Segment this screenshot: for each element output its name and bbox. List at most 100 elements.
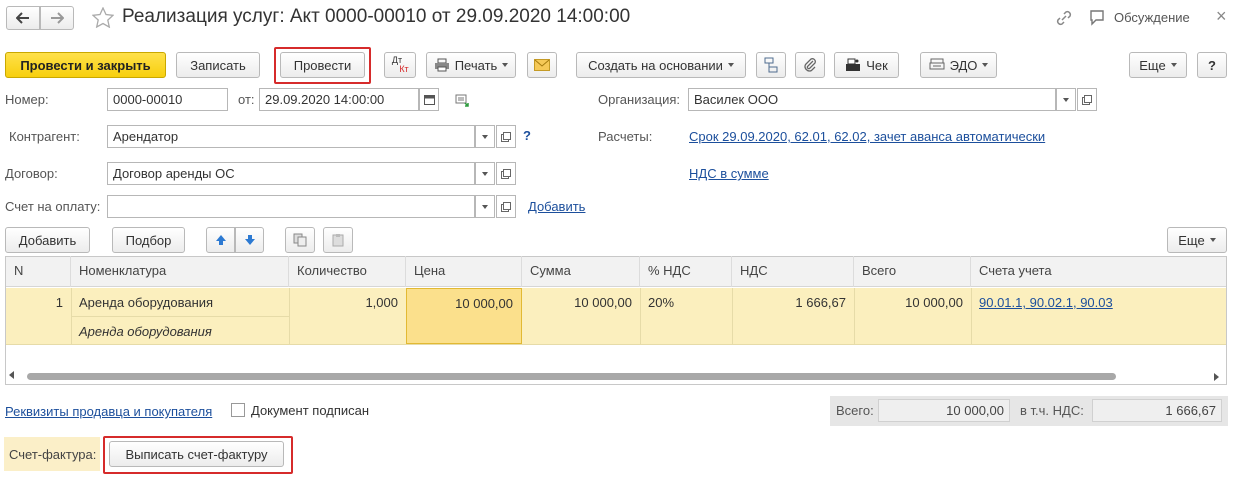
paperclip-icon [804, 58, 816, 72]
counterparty-help-icon[interactable]: ? [523, 128, 531, 143]
open-window-icon [1082, 94, 1092, 105]
payment-invoice-open-button[interactable] [496, 195, 516, 218]
organization-open-button[interactable] [1077, 88, 1097, 111]
edo-icon [929, 58, 945, 70]
attach-button[interactable] [795, 52, 825, 78]
table-more-button[interactable]: Еще [1167, 227, 1227, 253]
move-down-button[interactable] [235, 227, 264, 253]
payment-invoice-label: Счет на оплату: [5, 199, 101, 214]
settlements-label: Расчеты: [598, 129, 653, 144]
horizontal-scrollbar[interactable] [27, 373, 1116, 380]
hierarchy-icon [764, 57, 778, 73]
chevron-down-icon [1170, 63, 1177, 67]
col-header-accounts[interactable]: Счета учета [971, 256, 1226, 287]
add-payment-invoice-link[interactable]: Добавить [528, 199, 585, 214]
open-window-icon [501, 131, 511, 142]
table-add-button[interactable]: Добавить [5, 227, 90, 253]
cell-vat-rate[interactable]: 20% [640, 288, 732, 317]
forward-button[interactable] [40, 6, 74, 30]
cell-vat[interactable]: 1 666,67 [732, 288, 854, 317]
cell-price[interactable]: 10 000,00 [406, 288, 522, 344]
cell-qty[interactable]: 1,000 [289, 288, 406, 317]
scroll-right-arrow[interactable] [1214, 373, 1219, 381]
more-button[interactable]: Еще [1129, 52, 1187, 78]
save-button[interactable]: Записать [176, 52, 260, 78]
scroll-left-arrow[interactable] [9, 371, 14, 379]
cell-total[interactable]: 10 000,00 [854, 288, 971, 317]
printer-icon [434, 58, 449, 72]
window-title: Реализация услуг: Акт 0000-00010 от 29.0… [122, 6, 631, 27]
cell-item[interactable]: Аренда оборудования [71, 288, 289, 317]
close-icon[interactable]: × [1216, 6, 1227, 27]
col-header-n[interactable]: N [6, 256, 71, 287]
invoice-label: Счет-фактура: [9, 447, 97, 462]
number-field[interactable]: 0000-00010 [107, 88, 228, 111]
organization-dropdown[interactable] [1056, 88, 1076, 111]
col-header-vat-rate[interactable]: % НДС [640, 256, 732, 287]
cell-n[interactable]: 1 [6, 288, 71, 317]
counterparty-open-button[interactable] [496, 125, 516, 148]
payment-invoice-dropdown[interactable] [475, 195, 495, 218]
document-green-arrow-icon[interactable] [455, 93, 471, 107]
date-label: от: [238, 92, 255, 107]
date-field[interactable]: 29.09.2020 14:00:00 [259, 88, 419, 111]
chevron-down-icon [482, 171, 488, 176]
contract-dropdown[interactable] [475, 162, 495, 185]
kt-label: Кт [399, 64, 409, 74]
calendar-button[interactable] [419, 88, 439, 111]
settlements-link[interactable]: Срок 29.09.2020, 62.01, 62.02, зачет ава… [689, 129, 1045, 144]
chevron-down-icon [1063, 97, 1069, 102]
chevron-down-icon [502, 63, 509, 67]
move-up-button[interactable] [206, 227, 235, 253]
help-button[interactable]: ? [1197, 52, 1227, 78]
edo-label: ЭДО [949, 57, 978, 73]
vat-link[interactable]: НДС в сумме [689, 166, 769, 181]
edo-button[interactable]: ЭДО [920, 52, 997, 78]
payment-invoice-field[interactable] [107, 195, 475, 218]
cell-item-content[interactable]: Аренда оборудования [71, 317, 289, 346]
paste-row-button[interactable] [323, 227, 353, 253]
open-window-icon [501, 201, 511, 212]
link-icon[interactable] [1055, 9, 1073, 27]
receipt-button[interactable]: Чек [834, 52, 899, 78]
col-header-vat[interactable]: НДС [732, 256, 854, 287]
contract-label: Договор: [5, 166, 58, 181]
print-button[interactable]: Печать [426, 52, 516, 78]
contract-field[interactable]: Договор аренды ОС [107, 162, 475, 185]
col-header-total[interactable]: Всего [854, 256, 971, 287]
create-on-basis-button[interactable]: Создать на основании [576, 52, 746, 78]
contract-open-button[interactable] [496, 162, 516, 185]
col-header-price[interactable]: Цена [406, 256, 522, 287]
email-button[interactable] [527, 52, 557, 78]
post-button[interactable]: Провести [280, 52, 365, 78]
vat-included-value: 1 666,67 [1092, 399, 1222, 422]
col-header-qty[interactable]: Количество [289, 256, 406, 287]
dt-kt-button[interactable]: Дт Кт [384, 52, 416, 78]
post-and-close-button[interactable]: Провести и закрыть [5, 52, 166, 78]
cell-sum[interactable]: 10 000,00 [522, 288, 640, 317]
issue-invoice-button[interactable]: Выписать счет-фактуру [109, 441, 284, 467]
total-label: Всего: [836, 403, 874, 418]
arrow-down-icon [244, 235, 255, 245]
seller-buyer-requisites-link[interactable]: Реквизиты продавца и покупателя [5, 404, 212, 419]
counterparty-field[interactable]: Арендатор [107, 125, 475, 148]
counterparty-dropdown[interactable] [475, 125, 495, 148]
vat-included-label: в т.ч. НДС: [1020, 403, 1084, 418]
signed-checkbox[interactable] [231, 403, 245, 417]
envelope-icon [534, 59, 550, 71]
paste-icon [332, 234, 344, 247]
back-button[interactable] [6, 6, 40, 30]
arrow-up-icon [215, 235, 226, 245]
col-header-sum[interactable]: Сумма [522, 256, 640, 287]
table-pick-button[interactable]: Подбор [112, 227, 185, 253]
cell-accounts[interactable]: 90.01.1, 90.02.1, 90.03 [971, 288, 1226, 317]
open-window-icon [501, 168, 511, 179]
favorite-star-icon[interactable] [92, 7, 114, 28]
discussion-link[interactable]: Обсуждение [1114, 10, 1190, 25]
structure-button[interactable] [756, 52, 786, 78]
total-value: 10 000,00 [878, 399, 1010, 422]
organization-field[interactable]: Василек ООО [688, 88, 1056, 111]
copy-row-button[interactable] [285, 227, 315, 253]
col-header-item[interactable]: Номенклатура [71, 256, 289, 287]
chevron-down-icon [727, 63, 734, 67]
